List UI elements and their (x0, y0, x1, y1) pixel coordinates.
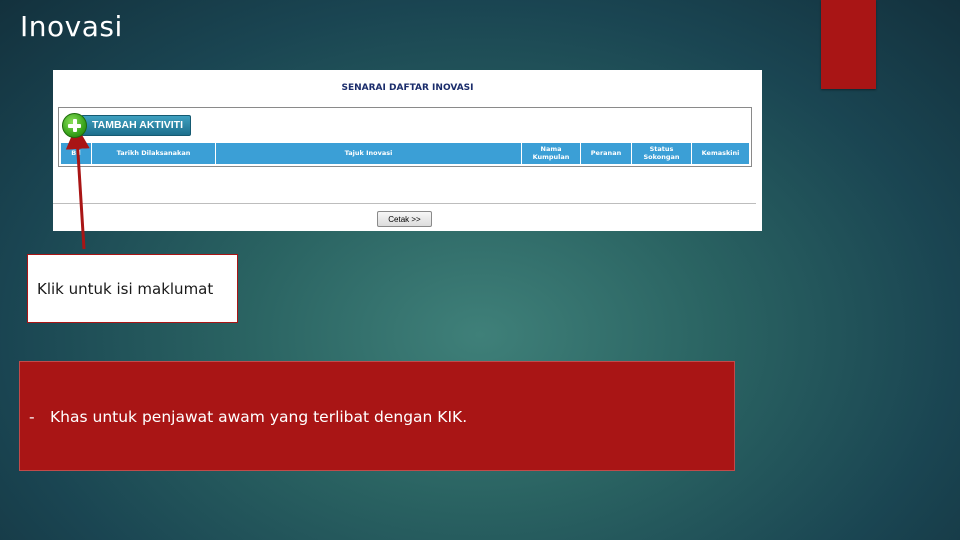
note-text: Khas untuk penjawat awam yang terlibat d… (50, 408, 468, 426)
callout-text: Klik untuk isi maklumat (37, 279, 214, 298)
instruction-callout: Klik untuk isi maklumat (27, 254, 238, 323)
add-plus-icon (62, 113, 87, 138)
note-bullet: - Khas untuk penjawat awam yang terlibat… (29, 408, 467, 426)
note-box: - Khas untuk penjawat awam yang terlibat… (19, 361, 735, 471)
bullet-dash: - (29, 408, 35, 426)
